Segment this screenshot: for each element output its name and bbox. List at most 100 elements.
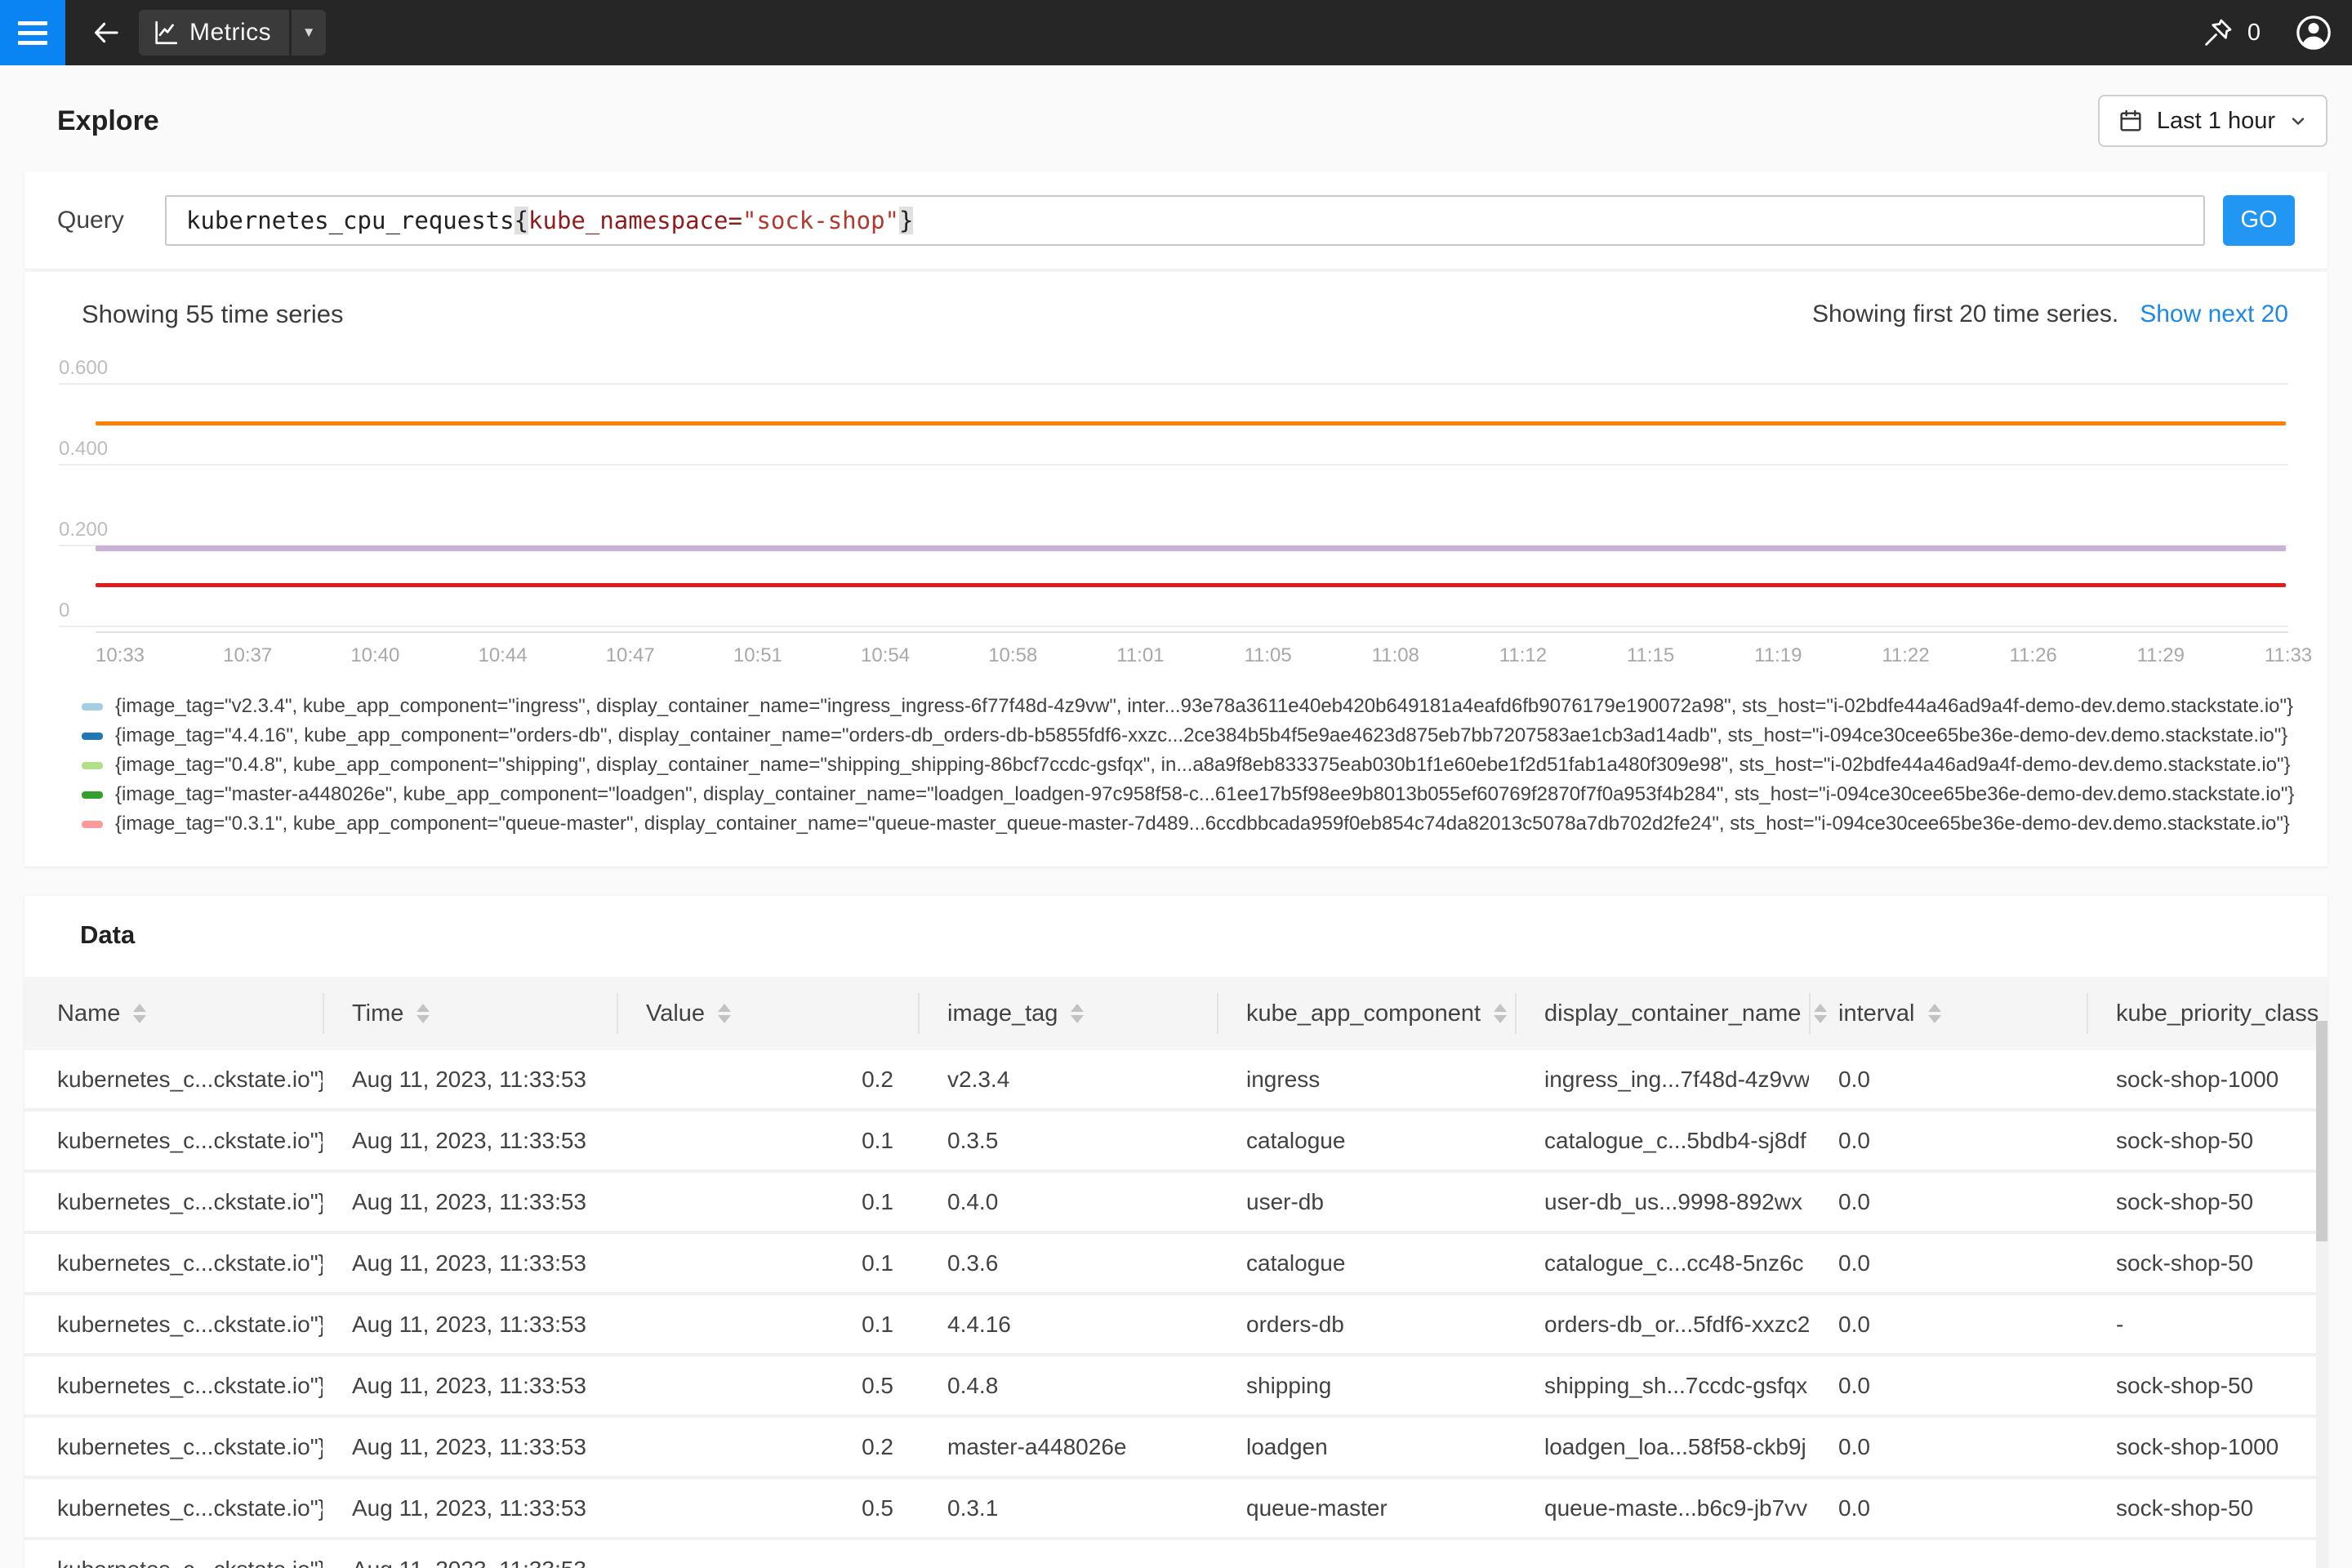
legend-item[interactable]: {image_tag="master-a448026e", kube_app_c… [82, 780, 2295, 809]
x-tick-label: 11:15 [1627, 644, 1674, 667]
cell-name: kubernetes_c...ckstate.io"} [24, 1234, 323, 1292]
cell-kube-priority-class: sock-shop-1000 [2087, 1418, 2328, 1476]
table-header-cell[interactable]: kube_priority_class [2087, 977, 2328, 1050]
show-next-link[interactable]: Show next 20 [2140, 301, 2288, 328]
cell-name: kubernetes_c...ckstate.io"} [24, 1479, 323, 1537]
cell-time: Aug 11, 2023, 11:33:53 [323, 1356, 617, 1414]
table-header-cell[interactable]: kube_app_component [1217, 977, 1515, 1050]
user-avatar-button[interactable] [2295, 14, 2332, 51]
cell-kube-app-component: catalogue [1217, 1234, 1515, 1292]
cell-display-container-name: orders-db_or...5fdf6-xxzc2 [1515, 1295, 1809, 1353]
cell-interval: 0.0 [1809, 1479, 2087, 1537]
metrics-app-button[interactable]: Metrics [139, 10, 289, 56]
cell-name: kubernetes_c...ckstate.io"} [24, 1173, 323, 1231]
hamburger-menu-button[interactable] [0, 0, 65, 65]
y-tick-label: 0.400 [59, 439, 108, 459]
table-row[interactable]: kubernetes_c...ckstate.io"} Aug 11, 2023… [24, 1173, 2328, 1234]
table-scrollbar-thumb[interactable] [2316, 1021, 2328, 1241]
legend-item[interactable]: {image_tag="v2.3.4", kube_app_component=… [82, 692, 2295, 721]
table-header-cell[interactable]: Time [323, 977, 617, 1050]
top-bar: Metrics ▼ 0 [0, 0, 2352, 65]
pin-icon[interactable] [2202, 16, 2234, 49]
cell-name: kubernetes_c...ckstate.io"} [24, 1356, 323, 1414]
gridline [59, 626, 2288, 627]
sort-icon[interactable] [1928, 1004, 1941, 1023]
go-button[interactable]: GO [2223, 195, 2295, 246]
column-label: kube_priority_class [2116, 1000, 2319, 1027]
legend-label: {image_tag="0.4.8", kube_app_component="… [115, 754, 2291, 777]
cell-display-container-name: catalogue_c...cc48-5nz6c [1515, 1234, 1809, 1292]
cell-value: 0.2 [617, 1418, 918, 1476]
cell-display-container-name: loadgen_loa...58f58-ckb9j [1515, 1418, 1809, 1476]
sort-icon[interactable] [718, 1004, 731, 1023]
table-header-cell[interactable]: Value [617, 977, 918, 1050]
cell-kube-priority-class: sock-shop-50 [2087, 1356, 2328, 1414]
cell-display-container-name: queue-maste...b6c9-jb7vv [1515, 1479, 1809, 1537]
cell-interval: 0.0 [1809, 1111, 2087, 1169]
table-row[interactable]: kubernetes_c...ckstate.io"} Aug 11, 2023… [24, 1295, 2328, 1356]
x-tick-label: 11:29 [2137, 644, 2185, 667]
table-header-cell[interactable]: display_container_name [1515, 977, 1809, 1050]
cell-name: kubernetes_c...ckstate.io"} [24, 1295, 323, 1353]
cell-image-tag: 4.4.16 [918, 1295, 1217, 1353]
chart-plot[interactable]: 0.6000.4000.2000 [96, 350, 2288, 633]
table-row[interactable]: kubernetes_c...ckstate.io"} Aug 11, 2023… [24, 1479, 2328, 1540]
cell-interval: 0.0 [1809, 1050, 2087, 1108]
legend-item[interactable]: {image_tag="0.4.8", kube_app_component="… [82, 751, 2295, 780]
cell-value: 0.1 [617, 1173, 918, 1231]
cell-kube-app-component: ingress [1217, 1050, 1515, 1108]
legend-swatch [82, 791, 103, 799]
sort-icon[interactable] [416, 1004, 430, 1023]
cell-kube-priority-class: sock-shop-50 [2087, 1111, 2328, 1169]
x-tick-label: 11:08 [1372, 644, 1419, 667]
cell-time: Aug 11, 2023, 11:33:53 [323, 1540, 617, 1568]
query-label: Query [57, 207, 165, 234]
query-open-brace-token: { [514, 207, 528, 234]
table-row[interactable]: kubernetes_c...ckstate.io"} Aug 11, 2023… [24, 1356, 2328, 1418]
cell-image-tag: 0.3.1 [918, 1479, 1217, 1537]
cell-display-container-name [1515, 1540, 1809, 1568]
y-tick-label: 0 [59, 601, 69, 621]
table-row[interactable]: kubernetes_c...ckstate.io"} Aug 11, 2023… [24, 1234, 2328, 1295]
data-panel: Data Name Time Value image_tag kube_app_… [24, 896, 2328, 1568]
sort-icon[interactable] [1071, 1004, 1084, 1023]
table-header-cell[interactable]: interval [1809, 977, 2087, 1050]
query-label-name-token: kube_namespace= [528, 207, 742, 234]
sort-icon[interactable] [1494, 1004, 1507, 1023]
back-button[interactable] [83, 10, 129, 56]
cell-display-container-name: shipping_sh...7ccdc-gsfqx [1515, 1356, 1809, 1414]
legend-label: {image_tag="0.3.1", kube_app_component="… [115, 813, 2290, 835]
paging-note: Showing first 20 time series. [1812, 301, 2118, 328]
metrics-app-label: Metrics [189, 19, 271, 47]
app-switcher-caret-button[interactable]: ▼ [292, 10, 326, 56]
query-input[interactable]: kubernetes_cpu_requests{kube_namespace="… [165, 195, 2205, 246]
cell-image-tag: 0.3.5 [918, 1111, 1217, 1169]
column-label: display_container_name [1544, 1000, 1801, 1027]
legend-item[interactable]: {image_tag="4.4.16", kube_app_component=… [82, 721, 2295, 751]
cell-time: Aug 11, 2023, 11:33:53 [323, 1111, 617, 1169]
legend-item[interactable]: {image_tag="0.3.1", kube_app_component="… [82, 809, 2295, 839]
arrow-left-icon [91, 17, 122, 48]
cell-interval: 0.0 [1809, 1234, 2087, 1292]
table-row[interactable]: kubernetes_c...ckstate.io"} Aug 11, 2023… [24, 1540, 2328, 1568]
table-header-cell[interactable]: image_tag [918, 977, 1217, 1050]
gridline [59, 464, 2288, 466]
legend-label: {image_tag="master-a448026e", kube_app_c… [115, 783, 2294, 806]
lavender-line [96, 546, 2286, 551]
table-row[interactable]: kubernetes_c...ckstate.io"} Aug 11, 2023… [24, 1050, 2328, 1111]
cell-name: kubernetes_c...ckstate.io"} [24, 1540, 323, 1568]
red-line [96, 583, 2286, 587]
query-close-brace-token: } [899, 207, 913, 234]
cell-time: Aug 11, 2023, 11:33:53 [323, 1234, 617, 1292]
cell-value: 0.5 [617, 1356, 918, 1414]
table-body: kubernetes_c...ckstate.io"} Aug 11, 2023… [24, 1050, 2328, 1568]
table-row[interactable]: kubernetes_c...ckstate.io"} Aug 11, 2023… [24, 1418, 2328, 1479]
table-header-cell[interactable]: Name [24, 977, 323, 1050]
cell-image-tag: 0.3.6 [918, 1234, 1217, 1292]
sort-icon[interactable] [133, 1004, 146, 1023]
table-row[interactable]: kubernetes_c...ckstate.io"} Aug 11, 2023… [24, 1111, 2328, 1173]
cell-image-tag [918, 1540, 1217, 1568]
time-range-picker[interactable]: Last 1 hour [2098, 95, 2328, 147]
cell-kube-priority-class: - [2087, 1295, 2328, 1353]
table-scrollbar[interactable] [2316, 1021, 2328, 1568]
